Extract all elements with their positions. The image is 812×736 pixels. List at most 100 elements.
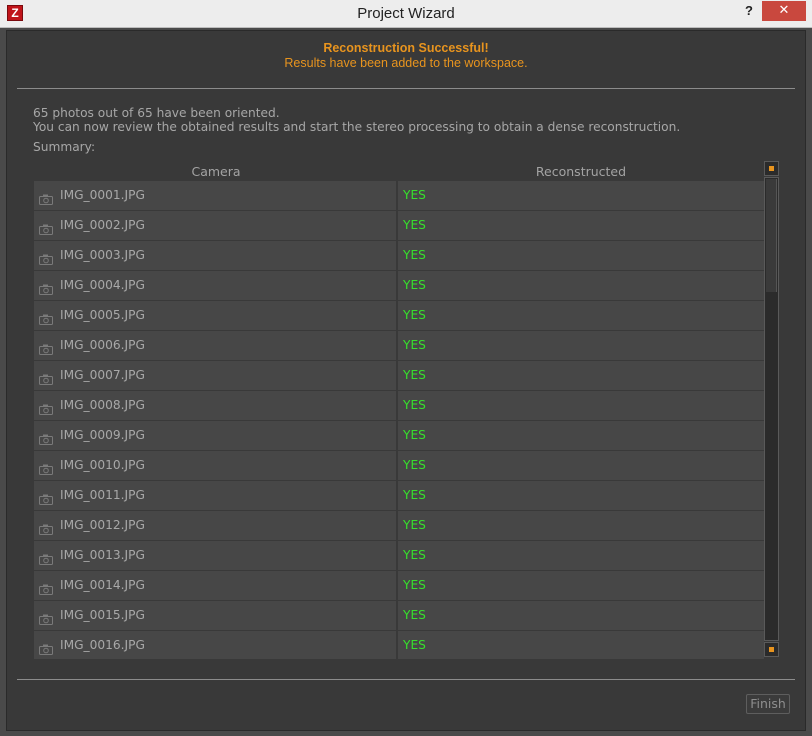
camera-cell[interactable]: IMG_0011.JPG [34, 481, 397, 510]
footer-divider [17, 679, 795, 680]
reconstructed-cell[interactable]: YES [398, 421, 764, 450]
table-row[interactable]: IMG_0015.JPG YES [34, 601, 764, 631]
reconstructed-status: YES [403, 428, 426, 442]
camera-name: IMG_0012.JPG [60, 518, 145, 532]
camera-cell[interactable]: IMG_0003.JPG [34, 241, 397, 270]
column-header-reconstructed[interactable]: Reconstructed [398, 164, 764, 179]
camera-cell[interactable]: IMG_0006.JPG [34, 331, 397, 360]
camera-icon [39, 490, 53, 505]
table-row[interactable]: IMG_0011.JPG YES [34, 481, 764, 511]
reconstructed-cell[interactable]: YES [398, 541, 764, 570]
camera-name: IMG_0015.JPG [60, 608, 145, 622]
reconstructed-cell[interactable]: YES [398, 451, 764, 480]
table-row[interactable]: IMG_0007.JPG YES [34, 361, 764, 391]
camera-cell[interactable]: IMG_0012.JPG [34, 511, 397, 540]
reconstructed-status: YES [403, 638, 426, 652]
camera-icon [39, 340, 53, 355]
table-row[interactable]: IMG_0008.JPG YES [34, 391, 764, 421]
status-subtitle: Results have been added to the workspace… [284, 56, 528, 70]
camera-cell[interactable]: IMG_0004.JPG [34, 271, 397, 300]
scrollbar-track[interactable] [764, 177, 779, 641]
oriented-count-text: 65 photos out of 65 have been oriented. [33, 106, 280, 120]
camera-name: IMG_0014.JPG [60, 578, 145, 592]
wizard-panel: Reconstruction Successful! Results have … [6, 30, 806, 731]
table-row[interactable]: IMG_0012.JPG YES [34, 511, 764, 541]
table-body: IMG_0001.JPG YES IMG_0002.JPG YES IMG_0003.J… [34, 181, 764, 659]
camera-name: IMG_0010.JPG [60, 458, 145, 472]
table-row[interactable]: IMG_0002.JPG YES [34, 211, 764, 241]
column-header-camera[interactable]: Camera [34, 164, 398, 179]
camera-name: IMG_0003.JPG [60, 248, 145, 262]
scrollbar-thumb[interactable] [766, 179, 777, 292]
camera-cell[interactable]: IMG_0007.JPG [34, 361, 397, 390]
camera-name: IMG_0013.JPG [60, 548, 145, 562]
reconstructed-cell[interactable]: YES [398, 361, 764, 390]
help-button[interactable]: ? [742, 2, 756, 22]
reconstructed-status: YES [403, 548, 426, 562]
reconstructed-cell[interactable]: YES [398, 391, 764, 420]
camera-cell[interactable]: IMG_0013.JPG [34, 541, 397, 570]
camera-icon [39, 430, 53, 445]
camera-icon [39, 580, 53, 595]
camera-icon [39, 460, 53, 475]
camera-icon [39, 640, 53, 655]
camera-icon [39, 220, 53, 235]
close-button[interactable]: ✕ [762, 1, 806, 21]
camera-cell[interactable]: IMG_0008.JPG [34, 391, 397, 420]
camera-name: IMG_0001.JPG [60, 188, 145, 202]
table-row[interactable]: IMG_0001.JPG YES [34, 181, 764, 211]
reconstructed-cell[interactable]: YES [398, 331, 764, 360]
camera-name: IMG_0005.JPG [60, 308, 145, 322]
instructions-text: You can now review the obtained results … [33, 120, 681, 134]
table-row[interactable]: IMG_0006.JPG YES [34, 331, 764, 361]
summary-table: Camera Reconstructed IMG_0001.JPG YES IMG_… [34, 163, 764, 659]
reconstructed-status: YES [403, 398, 426, 412]
camera-icon [39, 280, 53, 295]
camera-cell[interactable]: IMG_0002.JPG [34, 211, 397, 240]
camera-cell[interactable]: IMG_0015.JPG [34, 601, 397, 630]
camera-cell[interactable]: IMG_0005.JPG [34, 301, 397, 330]
camera-name: IMG_0016.JPG [60, 638, 145, 652]
camera-name: IMG_0004.JPG [60, 278, 145, 292]
window-title: Project Wizard [357, 5, 455, 22]
camera-name: IMG_0006.JPG [60, 338, 145, 352]
reconstructed-cell[interactable]: YES [398, 571, 764, 600]
camera-name: IMG_0002.JPG [60, 218, 145, 232]
scroll-down-button[interactable] [764, 642, 779, 657]
reconstructed-status: YES [403, 248, 426, 262]
table-row[interactable]: IMG_0016.JPG YES [34, 631, 764, 659]
reconstructed-cell[interactable]: YES [398, 481, 764, 510]
title-bar[interactable]: Z Project Wizard ? ✕ [0, 0, 812, 28]
camera-cell[interactable]: IMG_0009.JPG [34, 421, 397, 450]
reconstructed-cell[interactable]: YES [398, 271, 764, 300]
table-row[interactable]: IMG_0010.JPG YES [34, 451, 764, 481]
camera-name: IMG_0009.JPG [60, 428, 145, 442]
scroll-up-button[interactable] [764, 161, 779, 176]
table-row[interactable]: IMG_0004.JPG YES [34, 271, 764, 301]
reconstructed-cell[interactable]: YES [398, 631, 764, 659]
table-row[interactable]: IMG_0013.JPG YES [34, 541, 764, 571]
table-row[interactable]: IMG_0014.JPG YES [34, 571, 764, 601]
reconstructed-cell[interactable]: YES [398, 601, 764, 630]
camera-cell[interactable]: IMG_0010.JPG [34, 451, 397, 480]
project-wizard-window: Z Project Wizard ? ✕ Reconstruction Succ… [0, 0, 812, 736]
table-row[interactable]: IMG_0009.JPG YES [34, 421, 764, 451]
reconstructed-status: YES [403, 338, 426, 352]
camera-cell[interactable]: IMG_0016.JPG [34, 631, 397, 659]
reconstructed-cell[interactable]: YES [398, 181, 764, 210]
reconstructed-cell[interactable]: YES [398, 241, 764, 270]
reconstructed-cell[interactable]: YES [398, 211, 764, 240]
reconstructed-status: YES [403, 278, 426, 292]
reconstructed-cell[interactable]: YES [398, 301, 764, 330]
camera-name: IMG_0008.JPG [60, 398, 145, 412]
header-divider [17, 88, 795, 89]
camera-cell[interactable]: IMG_0001.JPG [34, 181, 397, 210]
reconstructed-status: YES [403, 308, 426, 322]
table-row[interactable]: IMG_0003.JPG YES [34, 241, 764, 271]
reconstructed-cell[interactable]: YES [398, 511, 764, 540]
finish-button[interactable]: Finish [746, 694, 790, 714]
reconstructed-status: YES [403, 518, 426, 532]
camera-cell[interactable]: IMG_0014.JPG [34, 571, 397, 600]
table-row[interactable]: IMG_0005.JPG YES [34, 301, 764, 331]
camera-icon [39, 370, 53, 385]
